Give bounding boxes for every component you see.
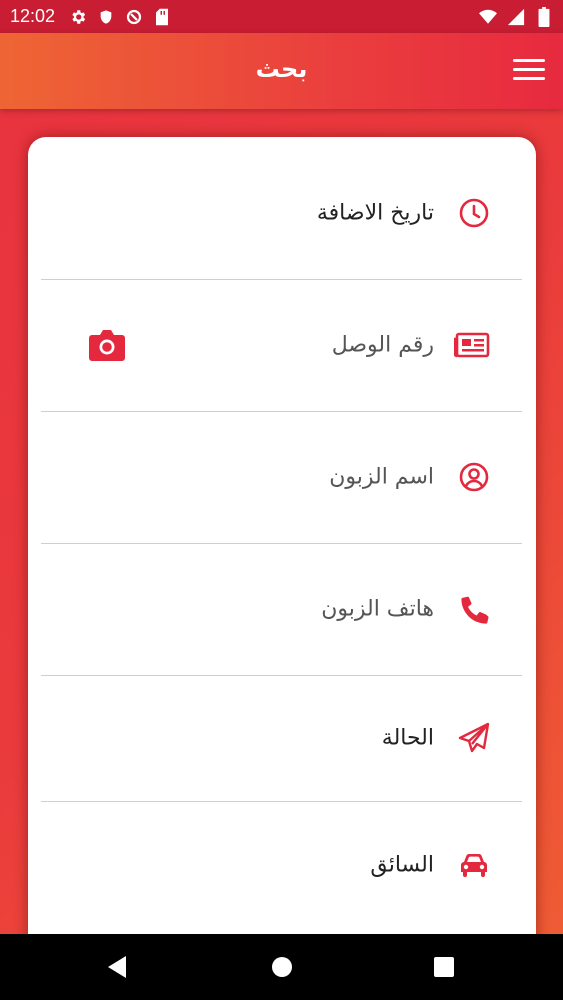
status-time: 12:02 [10, 6, 56, 26]
phone-icon [458, 593, 490, 625]
clock-icon [458, 197, 490, 229]
app-bar: بحث [0, 33, 563, 109]
sd-card-icon [153, 8, 171, 26]
search-card: تاريخ الاضافة رقم الوصل اسم الزبون هاتف … [28, 137, 536, 987]
recents-icon[interactable] [431, 954, 457, 980]
car-icon [458, 849, 490, 881]
receipt-card-icon [454, 329, 490, 361]
field-label: الحالة [381, 725, 434, 751]
signal-icon [507, 8, 525, 26]
page-title: بحث [255, 55, 308, 83]
field-label: تاريخ الاضافة [316, 200, 434, 226]
field-status[interactable]: الحالة [41, 675, 522, 802]
field-customer-phone[interactable]: هاتف الزبون [41, 543, 522, 676]
battery-icon [535, 6, 553, 27]
home-icon[interactable] [269, 954, 295, 980]
camera-icon[interactable] [88, 328, 126, 362]
wifi-icon [479, 8, 497, 26]
hamburger-menu-icon[interactable] [513, 59, 545, 83]
field-customer-name[interactable]: اسم الزبون [41, 411, 522, 544]
status-bar: 12:02 [0, 0, 563, 33]
field-label: هاتف الزبون [321, 596, 434, 622]
user-circle-icon [458, 461, 490, 493]
field-date-added[interactable]: تاريخ الاضافة [41, 147, 522, 280]
back-icon[interactable] [104, 954, 130, 980]
gear-icon [69, 8, 87, 26]
field-label: اسم الزبون [329, 464, 434, 490]
field-label: السائق [370, 852, 434, 878]
field-receipt-number[interactable]: رقم الوصل [41, 279, 522, 412]
field-label: رقم الوصل [331, 332, 434, 358]
shield-icon [97, 8, 115, 26]
data-saver-icon [125, 8, 143, 26]
field-driver[interactable]: السائق [41, 801, 522, 929]
system-nav-bar [0, 934, 563, 1000]
paper-plane-icon [458, 722, 490, 754]
